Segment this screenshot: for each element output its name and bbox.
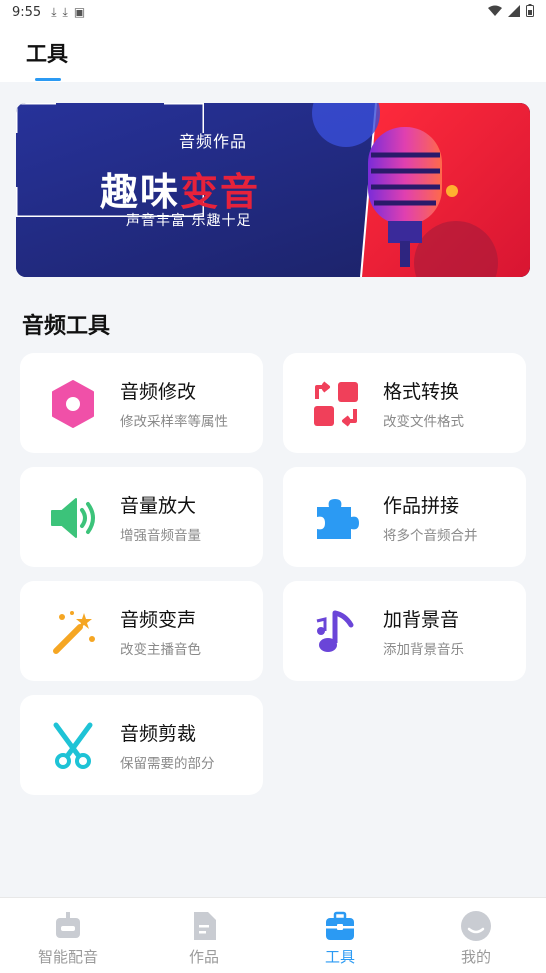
tool-name: 音频修改 — [120, 381, 197, 403]
tool-desc: 改变文件格式 — [383, 414, 464, 430]
status-notification-icons: ⤓ ⤓ ▣ — [51, 5, 85, 20]
scissors-icon — [53, 722, 93, 769]
puzzle-piece-icon — [317, 499, 359, 539]
nav-item-works[interactable]: 作品 — [136, 904, 272, 968]
smiley-face-icon — [461, 911, 491, 941]
download-icon: ⤓ — [51, 4, 57, 19]
tool-desc: 保留需要的部分 — [120, 756, 215, 772]
tool-card-background-music[interactable]: 加背景音 添加背景音乐 — [283, 581, 526, 681]
tool-card-volume-boost[interactable]: 音量放大 增强音频音量 — [20, 467, 263, 567]
tool-card-format-convert[interactable]: 格式转换 改变文件格式 — [283, 353, 526, 453]
music-note-icon — [316, 610, 354, 652]
speaker-volume-icon — [51, 498, 95, 538]
tool-name: 音频剪裁 — [120, 723, 197, 745]
tool-desc: 增强音频音量 — [120, 528, 201, 544]
tool-card-audio-trim[interactable]: 音频剪裁 保留需要的部分 — [20, 695, 263, 795]
nav-item-smart-dubbing[interactable]: 智能配音 — [0, 904, 136, 968]
document-icon — [194, 912, 216, 940]
tool-name: 音频变声 — [120, 609, 197, 631]
nav-label: 智能配音 — [37, 948, 98, 966]
magic-wand-icon — [53, 611, 95, 654]
status-time: 9:55 — [12, 4, 42, 20]
toolbox-icon — [326, 911, 354, 940]
tool-card-voice-change[interactable]: 音频变声 改变主播音色 — [20, 581, 263, 681]
section-title: 音频工具 — [22, 314, 111, 339]
download-icon: ⤓ — [62, 4, 68, 19]
signal-icon — [508, 4, 520, 20]
tool-desc: 修改采样率等属性 — [120, 414, 228, 430]
status-bar: 9:55 ⤓ ⤓ ▣ — [0, 0, 546, 24]
tool-name: 加背景音 — [383, 609, 460, 631]
tool-name: 作品拼接 — [383, 495, 460, 517]
nav-item-mine[interactable]: 我的 — [408, 904, 544, 968]
tab-indicator — [35, 78, 61, 81]
nav-label: 工具 — [324, 948, 355, 966]
tool-card-audio-modify[interactable]: 音频修改 修改采样率等属性 — [20, 353, 263, 453]
promo-banner[interactable]: 音频作品 趣味变音 声音丰富 乐趣十足 — [16, 103, 530, 277]
page-title: 工具 — [26, 42, 68, 66]
nav-label: 我的 — [460, 948, 491, 966]
battery-icon — [526, 4, 534, 20]
nav-item-tools[interactable]: 工具 — [272, 904, 408, 968]
banner-title-part1: 趣味 — [100, 170, 181, 214]
robot-icon — [56, 912, 80, 938]
tool-desc: 改变主播音色 — [120, 642, 201, 658]
tool-desc: 将多个音频合并 — [383, 528, 478, 544]
tool-card-audio-merge[interactable]: 作品拼接 将多个音频合并 — [283, 467, 526, 567]
hexagon-record-icon — [52, 380, 94, 428]
page-header: 工具 — [0, 24, 546, 82]
tool-desc: 添加背景音乐 — [383, 642, 464, 658]
banner-title-part2: 变音 — [180, 170, 261, 214]
tool-name: 格式转换 — [383, 381, 460, 403]
banner-title: 趣味变音 — [100, 161, 260, 216]
bottom-nav: 智能配音 作品 工具 我的 — [0, 897, 546, 973]
banner-kicker: 音频作品 — [178, 132, 247, 151]
status-system-icons — [488, 4, 534, 20]
banner-subtitle: 声音丰富 乐趣十足 — [126, 213, 252, 229]
app-notification-icon: ▣ — [73, 4, 86, 19]
wifi-icon — [488, 5, 502, 20]
convert-squares-icon — [314, 381, 358, 427]
tool-name: 音量放大 — [120, 495, 197, 517]
nav-label: 作品 — [188, 948, 219, 966]
